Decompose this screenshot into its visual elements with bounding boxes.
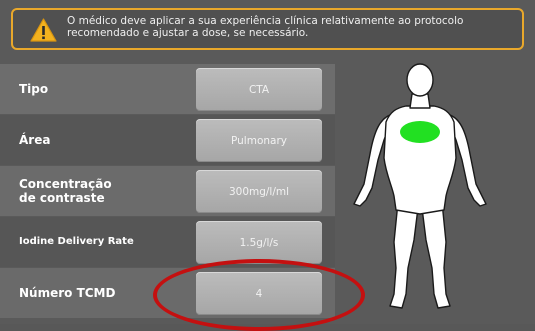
warning-message: O médico deve aplicar a sua experiência … [67, 15, 507, 39]
concentracao-button[interactable]: 300mg/l/ml [196, 170, 322, 213]
warning-icon [30, 18, 57, 42]
row-concentracao: Concentração de contraste 300mg/l/ml [0, 166, 335, 216]
chest-highlight [400, 121, 440, 143]
tipo-button[interactable]: CTA [196, 68, 322, 111]
left-leg [389, 201, 419, 309]
human-body-diagram [353, 63, 487, 309]
row-area: Área Pulmonary [0, 115, 335, 165]
warning-line-1: O médico deve aplicar a sua experiência … [67, 15, 464, 27]
row-tipo: Tipo CTA [0, 64, 335, 114]
warning-banner: O médico deve aplicar a sua experiência … [11, 8, 524, 50]
right-leg [421, 201, 451, 309]
warning-line-2: recomendado e ajustar a dose, se necessá… [67, 27, 309, 39]
concentracao-label: Concentração de contraste [19, 177, 112, 205]
tipo-label: Tipo [19, 82, 49, 96]
area-button[interactable]: Pulmonary [196, 119, 322, 162]
head [406, 63, 434, 97]
iodine-delivery-rate-button[interactable]: 1.5g/l/s [196, 221, 322, 264]
numero-tcmd-label: Número TCMD [19, 286, 116, 300]
highlight-ring [153, 259, 365, 331]
protocol-screen: O médico deve aplicar a sua experiência … [0, 0, 535, 331]
area-label: Área [19, 133, 51, 147]
iodine-delivery-rate-label: Iodine Delivery Rate [19, 236, 134, 247]
